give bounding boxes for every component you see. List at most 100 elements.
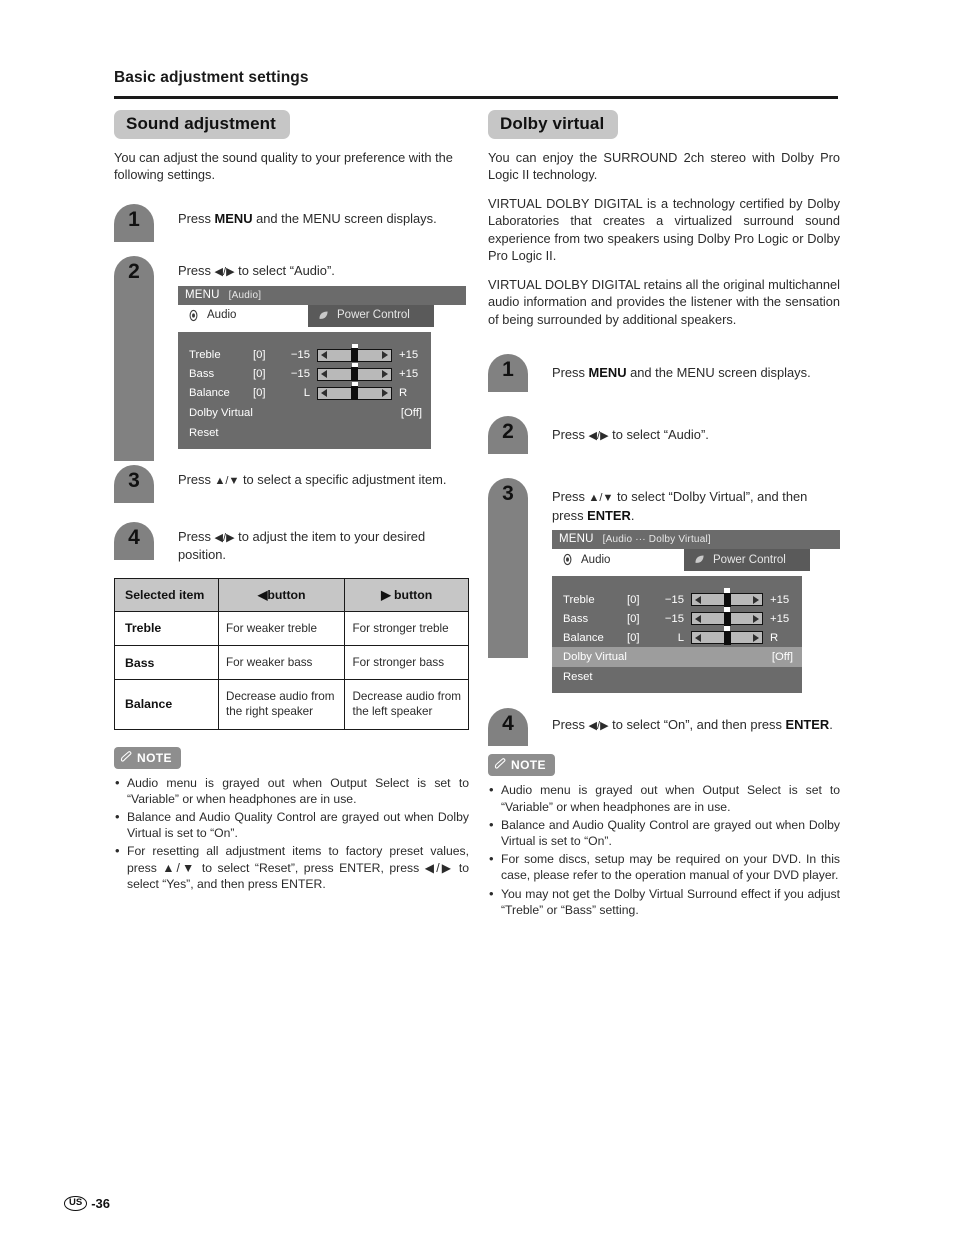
osd-title-label-1: MENU [185,288,220,301]
osd-row-bass-low-1: −15 [290,368,310,381]
osd-audio-menu-2[interactable]: MENU [Audio ··· Dolby Virtual] Audio Powe… [552,530,840,694]
step-badge-2-left: 2 [114,255,154,461]
osd-row-treble-low-2: −15 [664,593,684,606]
osd-slider-treble-2[interactable] [691,588,763,607]
osd-row-balance-high-2: R [770,631,779,644]
osd-tab-audio-label-2: Audio [581,553,611,566]
osd-tab-power-control-2[interactable]: Power Control [684,549,810,572]
step-2-left: 2 Press ◀/▶ to select “Audio”. MENU [Audi… [114,255,469,461]
page-title: Basic adjustment settings [114,69,309,86]
step-2-right-text: Press ◀/▶ to select “Audio”. [552,416,840,444]
section-heading-dolby-virtual: Dolby virtual [488,110,619,139]
osd-title-path-2: [Audio ··· Dolby Virtual] [602,534,711,546]
osd-row-balance-2[interactable]: Balance [0] L R [552,626,802,647]
osd-row-bass-name-1: Bass [189,368,215,381]
step-1-left-text: Press MENU and the MENU screen displays. [178,204,469,228]
osd-row-reset-1[interactable]: Reset [178,423,431,443]
note-item: For some discs, setup may be required on… [488,850,840,883]
osd-row-dolby-virtual-value-2: [Off] [771,651,793,664]
osd-row-balance-high-1: R [399,387,408,400]
step-4-left-pre: Press [178,528,215,544]
osd-row-balance-1[interactable]: Balance [0] L R [178,381,431,403]
step-badge-3-left: 3 [114,464,154,503]
osd-title-bar-2: MENU [Audio ··· Dolby Virtual] [552,530,840,550]
step-4-right-post: to select “On”, and then press [608,717,786,733]
note-pencil-icon [494,757,507,773]
note-block-right: NOTE Audio menu is grayed out when Outpu… [488,754,840,918]
step-1-right-post: and the MENU screen displays. [626,365,811,381]
table-header-left-button: ◀button [217,577,346,612]
step-1-right: 1 Press MENU and the MENU screen display… [488,354,840,404]
step-2-left-post: to select “Audio”. [234,262,335,278]
osd-row-reset-2[interactable]: Reset [552,667,802,687]
osd-slider-balance-2[interactable] [691,626,763,645]
region-badge: US [64,1196,88,1211]
note-item: Audio menu is grayed out when Output Sel… [114,774,469,807]
table-cell-item-balance: Balance [114,679,219,730]
up-down-arrows-glyph-3r: ▲/▼ [588,492,614,505]
osd-tab-audio-2[interactable]: Audio [552,549,684,572]
table-cell-right-treble: For stronger treble [344,610,469,646]
note-list-right: Audio menu is grayed out when Output Sel… [488,781,840,918]
step-badge-2-right: 2 [488,416,528,455]
osd-row-bass-value-2: [0] [627,612,640,625]
osd-row-bass-1[interactable]: Bass [0] −15 +15 [178,362,431,384]
osd-row-dolby-virtual-name-1: Dolby Virtual [189,406,253,419]
osd-title-label-2: MENU [559,533,594,546]
page-number: -36 [91,1196,110,1211]
osd-row-balance-value-2: [0] [627,631,640,644]
osd-row-treble-2[interactable]: Treble [0] −15 +15 [552,588,802,609]
step-1-right-pre: Press [552,365,589,381]
dolby-paragraph-2: VIRTUAL DOLBY DIGITAL is a technology ce… [488,195,840,264]
osd-slider-bass-1[interactable] [317,362,392,382]
note-label-left: NOTE [137,750,172,765]
up-down-arrows-glyph-3l: ▲/▼ [214,474,240,487]
osd-row-bass-low-2: −15 [664,612,684,625]
step-1-right-text: Press MENU and the MENU screen displays. [552,354,840,382]
step-2-left-pre: Press [178,262,215,278]
step-3-left-pre: Press [178,471,215,487]
osd-tab-audio-label-1: Audio [207,309,237,322]
table-cell-item-bass: Bass [114,644,219,681]
manual-page: Basic adjustment settings Sound adjustme… [0,0,954,1235]
osd-row-bass-2[interactable]: Bass [0] −15 +15 [552,607,802,628]
osd-tab-power-control-1[interactable]: Power Control [308,304,434,327]
osd-slider-balance-1[interactable] [317,381,392,401]
dolby-paragraph-3: VIRTUAL DOLBY DIGITAL retains all the or… [488,276,840,327]
osd-row-dolby-virtual-1[interactable]: Dolby Virtual [Off] [178,403,431,423]
step-4-right-end: . [829,717,833,733]
left-right-arrows-glyph-4l: ◀/▶ [214,531,235,544]
osd-row-reset-name-2: Reset [563,671,593,684]
osd-row-treble-low-1: −15 [290,349,310,362]
osd-row-balance-low-2: L [677,631,684,644]
step-3-right-text: Press ▲/▼ to select “Dolby Virtual”, and… [552,478,840,524]
osd-row-treble-1[interactable]: Treble [0] −15 +15 [178,343,431,365]
step-3-right-bold: ENTER [587,507,631,523]
osd-tab-audio-1[interactable]: Audio [178,304,308,327]
table-cell-right-bass: For stronger bass [344,644,469,681]
osd-row-treble-value-1: [0] [253,349,266,362]
osd-row-treble-name-2: Treble [563,593,595,606]
note-item: For resetting all adjustment items to fa… [114,842,469,892]
osd-row-bass-name-2: Bass [563,612,589,625]
osd-row-reset-name-1: Reset [189,426,219,439]
osd-slider-bass-2[interactable] [691,607,763,626]
step-1-right-bold: MENU [588,365,627,381]
header-divider [114,96,838,99]
step-1-left-bold: MENU [214,210,253,226]
osd-row-bass-high-1: +15 [399,368,419,381]
osd-slider-treble-1[interactable] [317,343,392,363]
note-item: Balance and Audio Quality Control are gr… [114,808,469,841]
osd-audio-menu-1[interactable]: MENU [Audio] Audio Power Control Treble … [178,285,466,449]
osd-row-bass-value-1: [0] [253,368,266,381]
step-3-right: 3 Press ▲/▼ to select “Dolby Virtual”, a… [488,478,840,694]
step-4-right-pre: Press [552,717,589,733]
osd-row-dolby-virtual-2[interactable]: Dolby Virtual [Off] [552,647,802,668]
step-2-right-pre: Press [552,427,589,443]
note-block-left: NOTE Audio menu is grayed out when Outpu… [114,746,469,893]
note-pencil-icon [120,750,133,766]
osd-title-path-1: [Audio] [228,289,262,301]
osd-row-balance-name-2: Balance [563,631,604,644]
table-header-row: Selected item ◀button ▶ button [114,577,469,612]
step-4-left-text: Press ◀/▶ to adjust the item to your des… [178,522,469,564]
